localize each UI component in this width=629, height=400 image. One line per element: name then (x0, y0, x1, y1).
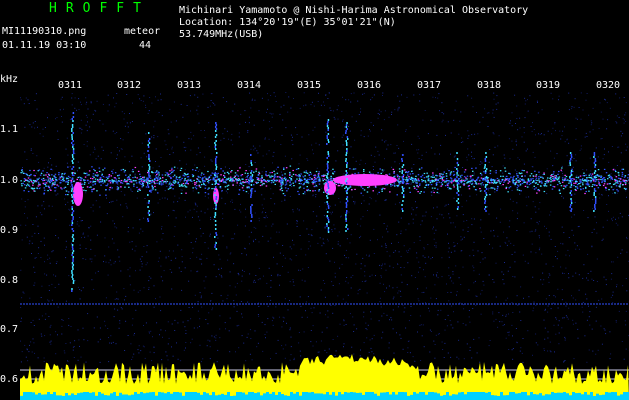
y-tick-label: 0.8 (0, 275, 19, 286)
app-title: HROFFT (49, 1, 150, 16)
x-tick-label: 0319 (536, 80, 561, 91)
x-tick-label: 0320 (596, 80, 621, 91)
y-axis-unit: kHz (0, 74, 19, 85)
x-tick-label: 0316 (357, 80, 382, 91)
y-tick-label: 0.7 (0, 324, 19, 335)
x-tick-label: 0318 (477, 80, 502, 91)
file-name: MI11190310.png (2, 26, 87, 37)
date-time: 01.11.19 03:10 (2, 40, 87, 51)
frequency-info: 53.749MHz(USB) (179, 29, 264, 40)
y-tick-label: 0.9 (0, 225, 19, 236)
meteor-echo (333, 174, 397, 186)
meteor-echo (73, 182, 83, 206)
location-info: Location: 134°20'19"(E) 35°01'21"(N) (179, 17, 396, 28)
observer-info: Michinari Yamamoto @ Nishi-Harima Astron… (179, 5, 529, 16)
meteor-count: 44 (139, 40, 152, 51)
x-tick-label: 0315 (297, 80, 322, 91)
x-tick-label: 0314 (237, 80, 262, 91)
spectrogram-plot (20, 92, 629, 400)
meteor-echo (324, 181, 336, 195)
y-tick-label: 1.1 (0, 124, 19, 135)
x-tick-label: 0311 (58, 80, 83, 91)
y-tick-label: 1.0 (0, 175, 19, 186)
y-tick-label: 0.6 (0, 374, 19, 385)
x-tick-label: 0313 (177, 80, 202, 91)
meteor-label: meteor (124, 26, 161, 37)
x-tick-label: 0317 (417, 80, 442, 91)
x-tick-label: 0312 (117, 80, 142, 91)
